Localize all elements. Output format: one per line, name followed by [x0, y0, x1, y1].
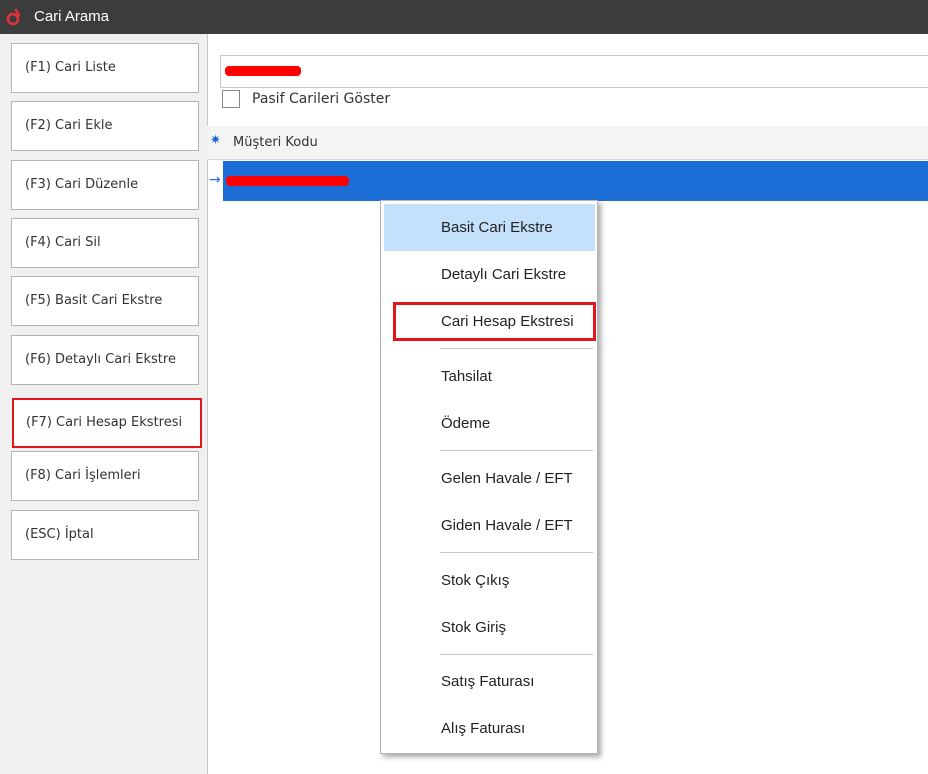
current-row-arrow-icon: → — [209, 172, 221, 188]
new-row-star-icon: ✷ — [210, 133, 221, 148]
window-title: Cari Arama — [34, 8, 110, 25]
sidebar-item-cari-sil[interactable]: (F4) Cari Sil — [11, 218, 199, 268]
sidebar-item-cari-islemleri[interactable]: (F8) Cari İşlemleri — [11, 451, 199, 501]
sidebar-item-cari-liste[interactable]: (F1) Cari Liste — [11, 43, 199, 93]
sidebar-item-cari-duzenle[interactable]: (F3) Cari Düzenle — [11, 160, 199, 210]
table-row[interactable] — [223, 161, 928, 201]
sidebar-item-cari-hesap-ekstresi[interactable]: (F7) Cari Hesap Ekstresi — [12, 398, 202, 448]
sidebar: (F1) Cari Liste (F2) Cari Ekle (F3) Cari… — [0, 34, 208, 774]
menu-separator — [440, 654, 593, 655]
context-menu: Basit Cari Ekstre Detaylı Cari Ekstre Ca… — [380, 200, 598, 754]
column-header-musteri-kodu[interactable]: Müşteri Kodu — [233, 135, 318, 150]
menu-item-stok-cikis[interactable]: Stok Çıkış — [384, 557, 595, 604]
menu-separator — [440, 348, 593, 349]
sidebar-item-basit-cari-ekstre[interactable]: (F5) Basit Cari Ekstre — [11, 276, 199, 326]
sidebar-item-detayli-cari-ekstre[interactable]: (F6) Detaylı Cari Ekstre — [11, 335, 199, 385]
menu-item-odeme[interactable]: Ödeme — [384, 400, 595, 447]
menu-item-alis-faturasi[interactable]: Alış Faturası — [384, 705, 595, 752]
menu-item-stok-giris[interactable]: Stok Giriş — [384, 604, 595, 651]
redacted-text — [226, 176, 349, 186]
sidebar-item-cari-ekle[interactable]: (F2) Cari Ekle — [11, 101, 199, 151]
search-input[interactable] — [220, 55, 928, 88]
menu-item-satis-faturasi[interactable]: Satış Faturası — [384, 658, 595, 705]
menu-item-detayli-cari-ekstre[interactable]: Detaylı Cari Ekstre — [384, 251, 595, 298]
menu-item-gelen-havale-eft[interactable]: Gelen Havale / EFT — [384, 455, 595, 502]
sidebar-item-iptal[interactable]: (ESC) İptal — [11, 510, 199, 560]
menu-item-basit-cari-ekstre[interactable]: Basit Cari Ekstre — [384, 204, 595, 251]
redacted-text — [225, 66, 301, 76]
show-passive-checkbox[interactable] — [222, 90, 240, 108]
app-logo-icon — [6, 8, 21, 26]
show-passive-label: Pasif Carileri Göster — [252, 91, 391, 107]
menu-item-tahsilat[interactable]: Tahsilat — [384, 353, 595, 400]
menu-item-giden-havale-eft[interactable]: Giden Havale / EFT — [384, 502, 595, 549]
menu-separator — [440, 450, 593, 451]
menu-item-cari-hesap-ekstresi[interactable]: Cari Hesap Ekstresi — [384, 298, 595, 345]
menu-separator — [440, 552, 593, 553]
title-bar: Cari Arama — [0, 0, 928, 34]
